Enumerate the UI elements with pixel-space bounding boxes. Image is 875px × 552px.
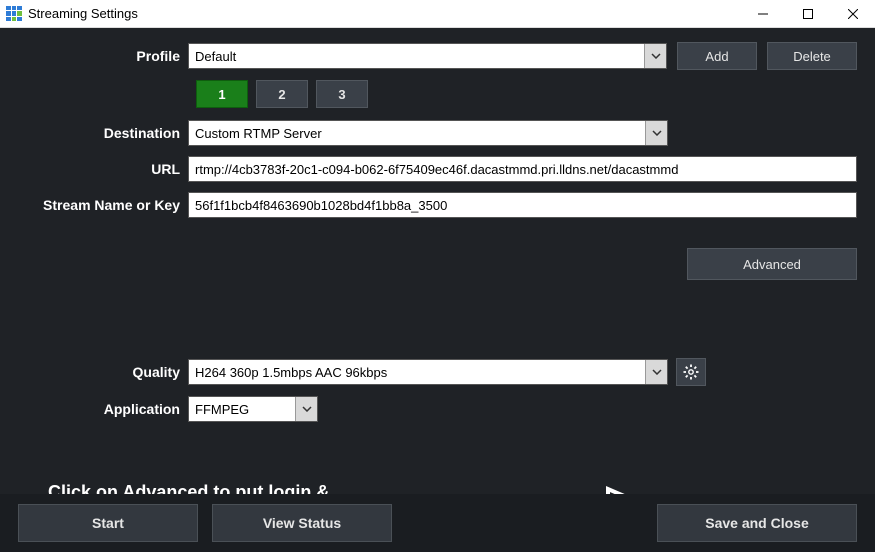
app-icon (6, 6, 22, 22)
client-area: Profile Default Add Delete 1 2 3 Destina… (0, 28, 875, 552)
delete-button[interactable]: Delete (767, 42, 857, 70)
quality-select[interactable]: H264 360p 1.5mbps AAC 96kbps (188, 359, 668, 385)
maximize-button[interactable] (785, 0, 830, 28)
tab-3[interactable]: 3 (316, 80, 368, 108)
application-selected: FFMPEG (195, 402, 249, 417)
gear-icon (683, 364, 699, 380)
titlebar: Streaming Settings (0, 0, 875, 28)
tab-1[interactable]: 1 (196, 80, 248, 108)
url-input[interactable]: rtmp://4cb3783f-20c1-c094-b062-6f75409ec… (188, 156, 857, 182)
quality-settings-button[interactable] (676, 358, 706, 386)
destination-selected: Custom RTMP Server (195, 126, 322, 141)
close-button[interactable] (830, 0, 875, 28)
profile-selected: Default (195, 49, 236, 64)
stream-key-input[interactable]: 56f1f1bcb4f8463690b1028bd4f1bb8a_3500 (188, 192, 857, 218)
destination-tabs: 1 2 3 (196, 80, 857, 108)
chevron-down-icon (644, 44, 666, 68)
application-label: Application (18, 401, 188, 417)
advanced-button[interactable]: Advanced (687, 248, 857, 280)
destination-select[interactable]: Custom RTMP Server (188, 120, 668, 146)
save-and-close-button[interactable]: Save and Close (657, 504, 857, 542)
view-status-button[interactable]: View Status (212, 504, 392, 542)
chevron-down-icon (645, 360, 667, 384)
minimize-button[interactable] (740, 0, 785, 28)
quality-label: Quality (18, 364, 188, 380)
quality-selected: H264 360p 1.5mbps AAC 96kbps (195, 365, 387, 380)
footer: Start View Status Save and Close (0, 494, 875, 552)
profile-label: Profile (18, 48, 188, 64)
window-title: Streaming Settings (28, 6, 138, 21)
start-button[interactable]: Start (18, 504, 198, 542)
tab-2[interactable]: 2 (256, 80, 308, 108)
chevron-down-icon (295, 397, 317, 421)
profile-select[interactable]: Default (188, 43, 667, 69)
add-button[interactable]: Add (677, 42, 757, 70)
application-select[interactable]: FFMPEG (188, 396, 318, 422)
destination-label: Destination (18, 125, 188, 141)
stream-key-label: Stream Name or Key (18, 197, 188, 213)
chevron-down-icon (645, 121, 667, 145)
url-label: URL (18, 161, 188, 177)
window: Streaming Settings Profile Default A (0, 0, 875, 552)
